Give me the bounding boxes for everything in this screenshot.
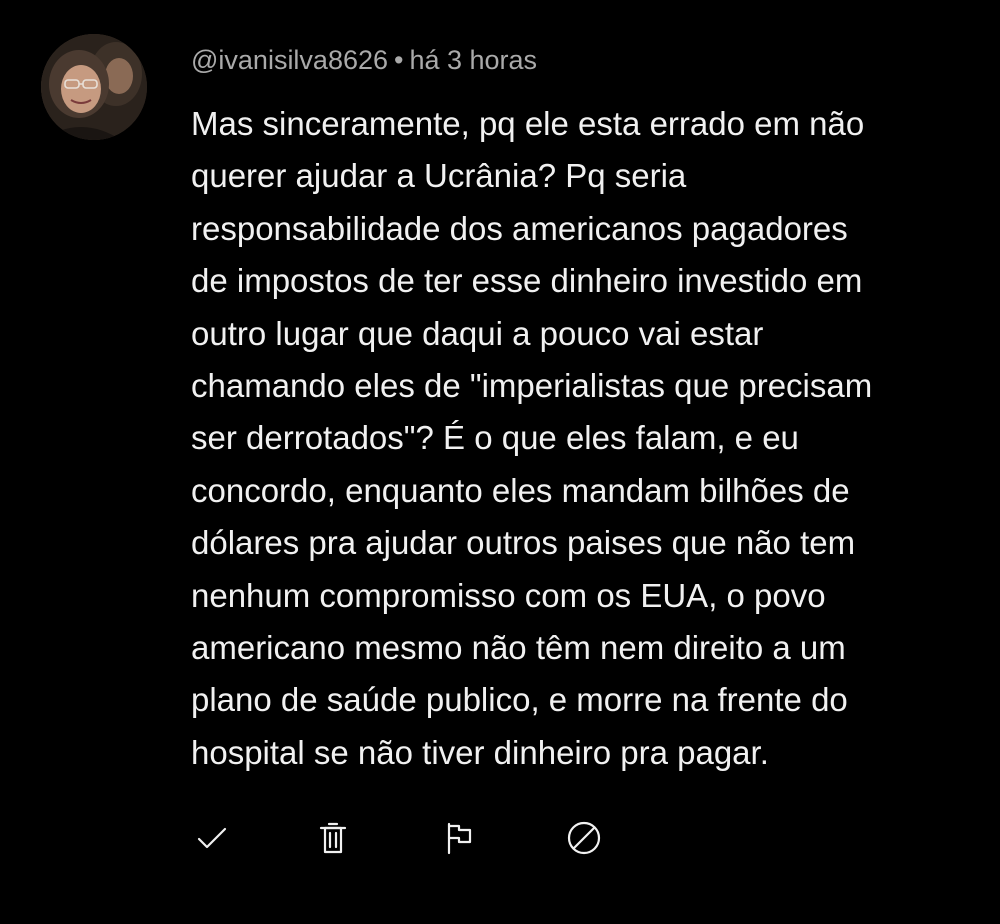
comment-text-line: plano de saúde publico, e morre na frent… <box>191 681 848 719</box>
report-button[interactable] <box>433 812 485 864</box>
comment-text-line: querer ajudar a Ucrânia? Pq seria <box>191 157 687 195</box>
comment-item: @ivanisilva8626 • há 3 horas Mas sincerame… <box>0 0 1000 924</box>
comment-text-line: responsabilidade dos americanos pagadore… <box>191 209 848 247</box>
flag-icon <box>447 822 472 855</box>
trash-icon <box>319 822 347 854</box>
comment-text-line: nenhum compromisso com os EUA, o povo <box>191 576 826 614</box>
author-name[interactable]: @ivanisilva8626 <box>191 45 388 75</box>
comment-text-line: chamando eles de "imperialistas que prec… <box>191 367 873 405</box>
comment-text-line: dólares pra ajudar outros paises que não… <box>191 524 856 562</box>
avatar[interactable] <box>41 34 147 140</box>
comment-text-line: outro lugar que daqui a pouco vai estar <box>191 314 764 352</box>
comment-text-line: de impostos de ter esse dinheiro investi… <box>191 262 863 300</box>
comment-text-line: concordo, enquanto eles mandam bilhões d… <box>191 471 850 509</box>
avatar-photo-icon <box>41 34 147 140</box>
comment-meta: @ivanisilva8626 • há 3 horas <box>191 42 537 78</box>
block-icon <box>567 821 601 855</box>
moderation-actions <box>186 812 626 864</box>
remove-button[interactable] <box>307 812 359 864</box>
comment-text: Mas sinceramente, pq ele esta errado em … <box>191 98 981 779</box>
comment-text-line: hospital se não tiver dinheiro pra pagar… <box>191 733 769 771</box>
meta-separator: • <box>394 45 404 75</box>
approve-button[interactable] <box>186 812 238 864</box>
block-button[interactable] <box>558 812 610 864</box>
comment-text-line: americano mesmo não têm nem direito a um <box>191 629 846 667</box>
comment-text-line: Mas sinceramente, pq ele esta errado em … <box>191 105 865 142</box>
comment-text-line: ser derrotados"? É o que eles falam, e e… <box>191 419 799 457</box>
check-icon <box>197 827 227 849</box>
timestamp: há 3 horas <box>409 45 538 75</box>
